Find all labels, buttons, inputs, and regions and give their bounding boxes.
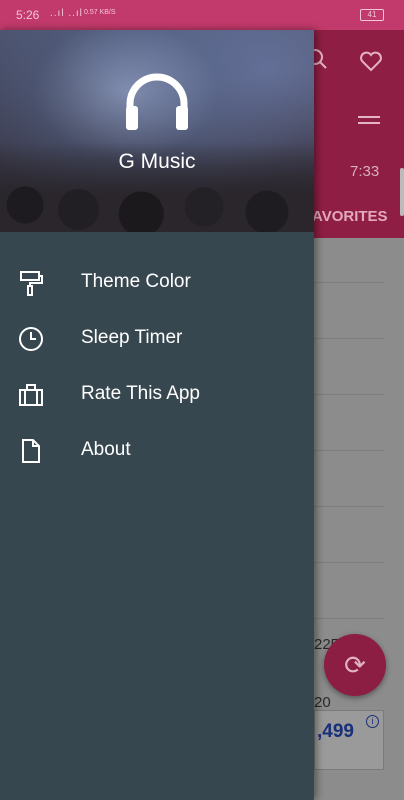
- signal-indicator: ..ıl ..ıl: [50, 8, 83, 19]
- drawer-item-sleep-timer[interactable]: Sleep Timer: [0, 310, 314, 366]
- status-time: 5:26: [16, 8, 40, 22]
- track-duration: 7:33: [350, 163, 380, 180]
- drawer-item-rate-app[interactable]: Rate This App: [0, 366, 314, 422]
- clock-icon: [19, 327, 43, 351]
- drawer-item-theme-color[interactable]: Theme Color: [0, 254, 314, 310]
- tab-favorites[interactable]: AVORITES: [312, 208, 388, 225]
- ad-banner[interactable]: ,499 i: [314, 710, 384, 770]
- drawer-item-about[interactable]: About: [0, 422, 314, 478]
- list-divider: [314, 282, 384, 283]
- navigation-drawer: G Music Theme Color Sleep Timer Rate Thi…: [0, 30, 314, 800]
- list-divider: [314, 450, 384, 451]
- drawer-item-label: Sleep Timer: [81, 327, 183, 348]
- heart-icon[interactable]: [359, 50, 383, 78]
- list-divider: [314, 562, 384, 563]
- refresh-fab-button[interactable]: ⟳: [324, 634, 386, 696]
- list-item-number: 20: [314, 694, 331, 711]
- drawer-item-label: About: [81, 439, 131, 460]
- status-bar: 5:26 ..ıl ..ıl 0.57 KB/S 41: [0, 0, 404, 30]
- battery-indicator: 41: [360, 9, 384, 21]
- list-divider: [314, 394, 384, 395]
- ad-info-icon[interactable]: i: [366, 715, 379, 728]
- document-icon: [22, 439, 40, 463]
- ad-price: ,499: [317, 721, 354, 742]
- drawer-item-label: Rate This App: [81, 383, 201, 404]
- list-divider: [314, 506, 384, 507]
- drawer-header: G Music: [0, 30, 314, 232]
- drawer-item-label: Theme Color: [81, 271, 191, 292]
- app-title: G Music: [118, 150, 196, 173]
- shuffle-icon[interactable]: [358, 112, 380, 132]
- scrollbar[interactable]: [400, 168, 404, 216]
- headphones-icon: [126, 73, 188, 130]
- briefcase-icon: [19, 384, 43, 406]
- list-divider: [314, 338, 384, 339]
- network-speed: 0.57 KB/S: [84, 9, 116, 16]
- list-divider: [314, 618, 384, 619]
- paint-roller-icon: [20, 271, 43, 296]
- drawer-menu: Theme Color Sleep Timer Rate This App Ab…: [0, 254, 314, 478]
